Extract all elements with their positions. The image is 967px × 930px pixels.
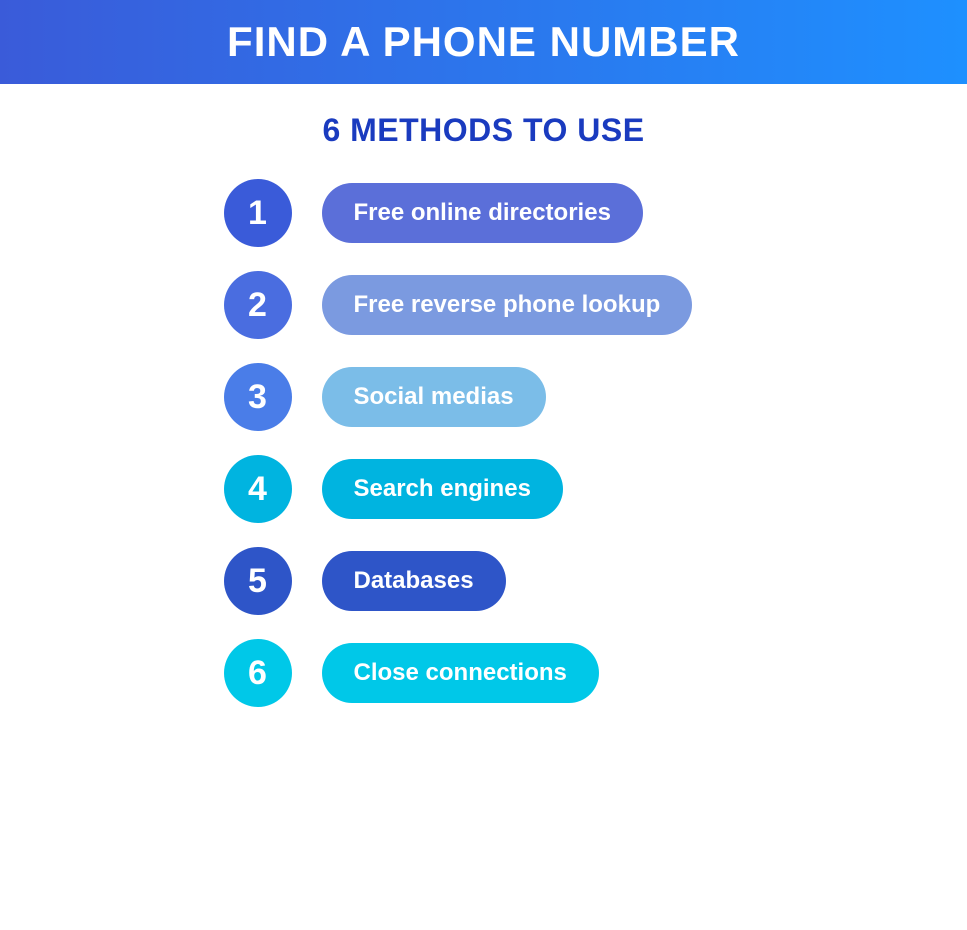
number-circle-3: 3	[224, 363, 292, 431]
method-row-4: 4 Search engines	[224, 455, 563, 523]
number-circle-5: 5	[224, 547, 292, 615]
method-pill-2: Free reverse phone lookup	[322, 275, 693, 335]
method-row-3: 3 Social medias	[224, 363, 546, 431]
method-pill-6: Close connections	[322, 643, 599, 703]
method-row-5: 5 Databases	[224, 547, 506, 615]
methods-list: 1 Free online directories 2 Free reverse ph…	[224, 179, 824, 707]
method-pill-4: Search engines	[322, 459, 563, 519]
number-circle-6: 6	[224, 639, 292, 707]
method-pill-1: Free online directories	[322, 183, 643, 243]
method-row-6: 6 Close connections	[224, 639, 599, 707]
method-row-2: 2 Free reverse phone lookup	[224, 271, 693, 339]
method-pill-3: Social medias	[322, 367, 546, 427]
method-pill-5: Databases	[322, 551, 506, 611]
number-circle-1: 1	[224, 179, 292, 247]
header-banner: FIND A PHONE NUMBER	[0, 0, 967, 84]
method-row-1: 1 Free online directories	[224, 179, 643, 247]
number-circle-2: 2	[224, 271, 292, 339]
page-title: FIND A PHONE NUMBER	[0, 18, 967, 66]
number-circle-4: 4	[224, 455, 292, 523]
subtitle: 6 METHODS TO USE	[322, 112, 644, 149]
